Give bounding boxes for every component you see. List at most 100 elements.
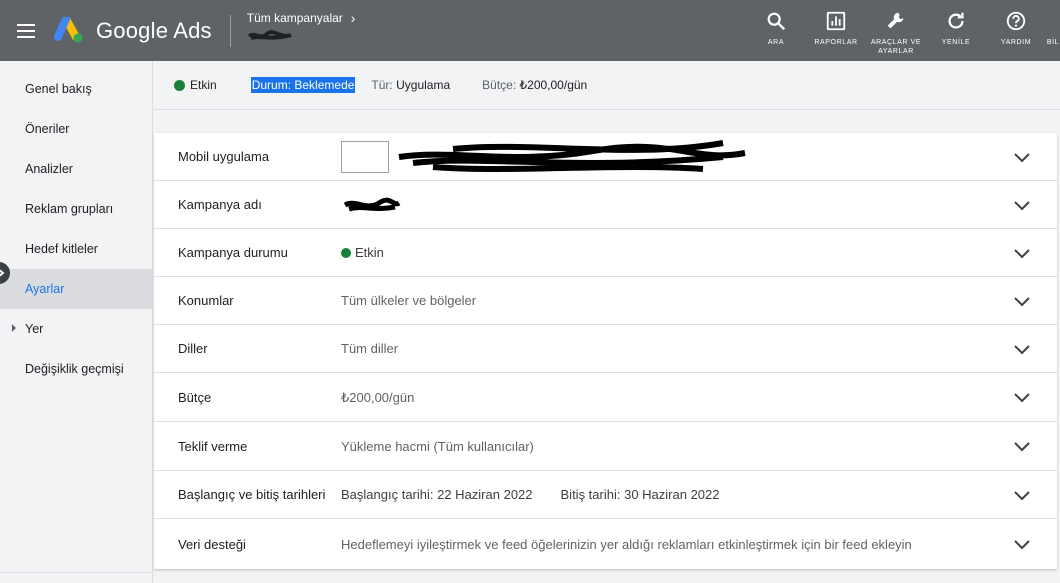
sidebar-item-label: Analizler xyxy=(25,162,73,176)
setting-row-dates[interactable]: Başlangıç ve bitiş tarihleri Başlangıç t… xyxy=(154,471,1057,519)
settings-card: Mobil uygulama Kampanya adı Kampanya dur… xyxy=(154,133,1057,569)
breadcrumb[interactable]: Tüm kampanyalar › xyxy=(247,0,356,61)
toolbar-search-label: ARA xyxy=(767,39,785,46)
setting-value xyxy=(341,194,1057,215)
campaign-status-value: Etkin xyxy=(355,245,384,260)
toolbar-tools-button[interactable]: ARAÇLAR VE AYARLAR xyxy=(866,0,926,61)
redacted-campaign-name xyxy=(343,197,401,212)
sidebar-item-label: Reklam grupları xyxy=(25,202,114,216)
setting-row-data-feed[interactable]: Veri desteği Hedeflemeyi iyileştirmek ve… xyxy=(154,519,1057,569)
setting-value xyxy=(341,137,1057,177)
sidebar-item-label: Yer xyxy=(25,322,44,336)
setting-row-budget[interactable]: Bütçe ₺200,00/gün xyxy=(154,373,1057,422)
setting-label: Veri desteği xyxy=(178,536,246,552)
app-icon-placeholder xyxy=(341,140,389,173)
status-state: Etkin xyxy=(190,78,217,92)
sidebar-item-label: Öneriler xyxy=(25,122,70,136)
setting-row-campaign-status[interactable]: Kampanya durumu Etkin xyxy=(154,229,1057,277)
chevron-down-icon xyxy=(1014,442,1030,452)
status-budget[interactable]: Bütçe: ₺200,00/gün xyxy=(482,78,587,92)
chevron-down-icon xyxy=(1014,152,1030,162)
sidebar: Genel bakış Öneriler Analizler Reklam gr… xyxy=(0,61,153,583)
toolbar-tools-label: ARAÇLAR VE AYARLAR xyxy=(870,39,922,55)
status-enabled[interactable]: Etkin xyxy=(174,78,217,92)
setting-label: Konumlar xyxy=(178,293,234,308)
setting-label: Kampanya adı xyxy=(178,197,262,212)
setting-value: Tüm ülkeler ve bölgeler xyxy=(341,293,477,308)
sidebar-item-label: Ayarlar xyxy=(25,282,65,296)
app-name: Google Ads xyxy=(96,17,212,43)
budget-label: Bütçe: xyxy=(482,78,517,92)
setting-value: Yükleme hacmi (Tüm kullanıcılar) xyxy=(341,438,534,454)
setting-row-campaign-name[interactable]: Kampanya adı xyxy=(154,181,1057,229)
sidebar-item-overview[interactable]: Genel bakış xyxy=(0,69,152,109)
setting-label: Bütçe xyxy=(178,389,212,405)
chevron-down-icon xyxy=(1014,393,1030,403)
setting-label: Diller xyxy=(178,341,208,356)
search-icon xyxy=(767,12,786,31)
chevron-right-icon: › xyxy=(350,9,356,26)
setting-value: ₺200,00/gün xyxy=(341,389,415,405)
type-value: Uygulama xyxy=(396,78,451,92)
durum-label: Durum: xyxy=(251,78,292,92)
chevron-down-icon xyxy=(1014,344,1030,354)
durum-value: Beklemede xyxy=(294,78,355,92)
sidebar-item-label: Genel bakış xyxy=(25,82,92,96)
toolbar-notifications-button[interactable]: BİL xyxy=(1046,0,1060,61)
chevron-down-icon xyxy=(1014,200,1030,210)
redacted-app-name xyxy=(398,139,746,172)
toolbar-actions: ARA RAPORLAR ARAÇLAR VE AYARLAR YENİLE Y… xyxy=(746,0,1060,61)
toolbar-reports-label: RAPORLAR xyxy=(814,39,858,46)
chevron-down-icon xyxy=(1014,248,1030,258)
setting-row-locations[interactable]: Konumlar Tüm ülkeler ve bölgeler xyxy=(154,277,1057,325)
toolbar-refresh-label: YENİLE xyxy=(941,39,971,46)
setting-row-mobile-app[interactable]: Mobil uygulama xyxy=(154,133,1057,181)
setting-value: Başlangıç tarihi: 22 Haziran 2022 Bitiş t… xyxy=(341,485,1057,504)
hamburger-icon xyxy=(17,29,35,32)
help-icon xyxy=(1006,11,1026,31)
toolbar-search-button[interactable]: ARA xyxy=(746,0,806,61)
google-ads-logo[interactable]: Google Ads xyxy=(52,0,212,61)
toolbar-refresh-button[interactable]: YENİLE xyxy=(926,0,986,61)
toolbar-help-button[interactable]: YARDIM xyxy=(986,0,1046,61)
wrench-icon xyxy=(887,12,904,29)
reports-icon xyxy=(826,11,846,31)
refresh-icon xyxy=(948,12,964,29)
status-dot-icon xyxy=(341,248,351,258)
sidebar-item-placement[interactable]: Yer xyxy=(0,309,152,349)
setting-row-bidding[interactable]: Teklif verme Yükleme hacmi (Tüm kullanıc… xyxy=(154,422,1057,471)
sidebar-item-audiences[interactable]: Hedef kitleler xyxy=(0,229,152,269)
status-type: Tür: Uygulama xyxy=(371,78,450,92)
setting-value: Hedeflemeyi iyileştirmek ve feed öğeleri… xyxy=(341,536,912,552)
sidebar-item-change-history[interactable]: Değişiklik geçmişi xyxy=(0,349,152,389)
status-dot-icon xyxy=(174,79,185,91)
setting-label: Mobil uygulama xyxy=(178,149,270,164)
status-durum[interactable]: Durum: Beklemede xyxy=(250,77,356,93)
toolbar-notifications-label: BİL xyxy=(1046,39,1060,46)
setting-row-languages[interactable]: Diller Tüm diller xyxy=(154,325,1057,373)
chevron-down-icon xyxy=(1014,296,1030,306)
start-date: Başlangıç tarihi: 22 Haziran 2022 xyxy=(341,487,533,502)
google-ads-logo-icon xyxy=(54,16,83,42)
sidebar-item-ad-groups[interactable]: Reklam grupları xyxy=(0,189,152,229)
toolbar-help-label: YARDIM xyxy=(1000,39,1032,46)
setting-label: Başlangıç ve bitiş tarihleri xyxy=(178,487,326,502)
sidebar-item-label: Hedef kitleler xyxy=(25,242,98,256)
sidebar-item-settings[interactable]: Ayarlar xyxy=(0,269,152,309)
sidebar-item-recommendations[interactable]: Öneriler xyxy=(0,109,152,149)
campaign-status-strip: Etkin Durum: Beklemede Tür: Uygulama Büt… xyxy=(154,61,1060,110)
redacted-campaign-name xyxy=(247,29,292,40)
type-label: Tür: xyxy=(371,78,393,92)
top-bar: Google Ads Tüm kampanyalar › ARA RAPORLA… xyxy=(0,0,1060,61)
sidebar-item-insights[interactable]: Analizler xyxy=(0,149,152,189)
setting-label: Kampanya durumu xyxy=(178,245,288,260)
menu-button[interactable] xyxy=(0,0,52,61)
end-date: Bitiş tarihi: 30 Haziran 2022 xyxy=(560,487,720,502)
sidebar-divider xyxy=(0,572,153,573)
setting-label: Teklif verme xyxy=(178,438,248,454)
sidebar-item-label: Değişiklik geçmişi xyxy=(25,362,124,376)
toolbar-reports-button[interactable]: RAPORLAR xyxy=(806,0,866,61)
breadcrumb-all-campaigns[interactable]: Tüm kampanyalar xyxy=(247,11,343,25)
setting-value: Tüm diller xyxy=(341,341,399,356)
header-divider xyxy=(229,14,231,47)
